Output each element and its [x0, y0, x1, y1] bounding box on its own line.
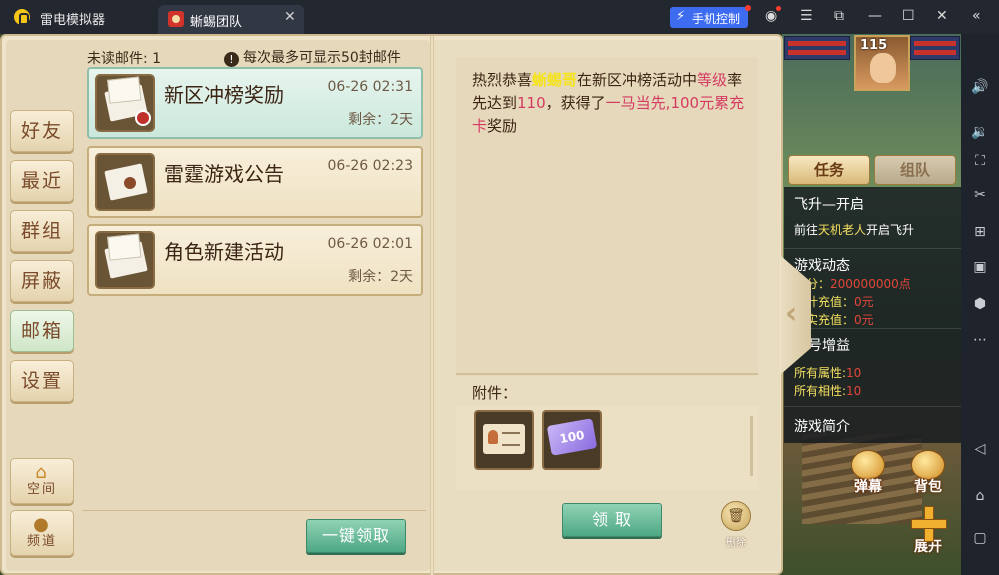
volume-up-icon[interactable]: 🔊 [970, 77, 990, 97]
mail-item[interactable]: 新区冲榜奖励 06-26 02:31 剩余：2天 [87, 67, 423, 139]
scissors-icon[interactable]: ✂ [970, 185, 990, 205]
recent-apps-icon[interactable]: ▢ [970, 528, 990, 548]
dynamics-title: 游戏动态 [794, 258, 850, 274]
attachment-card-item[interactable] [474, 410, 534, 470]
mail-item[interactable]: 角色新建活动 06-26 02:01 剩余：2天 [87, 224, 423, 296]
trash-icon: 🗑 [721, 501, 751, 531]
mail-time: 06-26 02:01 [327, 236, 413, 252]
mail-body-text: 热烈恭喜蜥蜴哥在新区冲榜活动中等级率先达到110，获得了一马当先,100元累充卡… [472, 71, 745, 135]
opened-mail-icon [95, 74, 155, 132]
bag-label: 背包 [914, 479, 942, 495]
nav-space-label: 空间 [26, 482, 57, 497]
apk-icon[interactable]: ▣ [970, 257, 990, 277]
intro-section[interactable]: 游戏简介 [784, 407, 961, 443]
nav-channel-label: 频道 [26, 534, 57, 549]
settings-hex-icon[interactable]: ⬢ [970, 294, 990, 314]
mail-window: 好友 最近 群组 屏蔽 邮箱 设置 ⌂ 空间 ● 频道 未读邮件: 1 ! 每次最… [0, 34, 783, 575]
mail-remaining: 剩余：2天 [348, 269, 413, 285]
bolt-icon: ⚡ [676, 9, 686, 24]
back-icon[interactable]: ◁ [970, 439, 990, 459]
emulator-titlebar: 雷电模拟器 蜥蜴团队 ✕ ⚡ 手机控制 ◉ ☰ ⧉ — ☐ ✕ « [0, 0, 999, 34]
alert-icon: ! [224, 52, 239, 67]
close-icon[interactable]: ✕ [936, 8, 948, 24]
mail-title: 角色新建活动 [164, 240, 284, 264]
more-icon[interactable]: ⋯ [970, 330, 990, 350]
ascend-section[interactable]: 飞升—开启 前往天机老人开启飞升 [784, 187, 961, 249]
mail-title: 新区冲榜奖励 [164, 83, 284, 107]
mail-title: 雷霆游戏公告 [164, 162, 284, 186]
tab-game[interactable]: 蜥蜴团队 ✕ [158, 5, 304, 34]
sealed-mail-icon [95, 153, 155, 211]
plus-icon [911, 506, 947, 542]
attachment-clip-icon [135, 110, 151, 126]
max-mail-note: ! 每次最多可显示50封邮件 [224, 47, 401, 67]
points-line: 积分：200000000点 [794, 277, 911, 291]
app-title: 雷电模拟器 [40, 13, 106, 28]
nav-recent[interactable]: 最近 [10, 160, 74, 202]
attachment-scrollbar[interactable] [750, 416, 753, 476]
emulator-side-toolbar: 🔊 🔉 ⛶ ✂ ⊞ ▣ ⬢ ⋯ ◁ ⌂ ▢ [961, 34, 999, 575]
unread-count: 未读邮件: 1 [87, 51, 162, 67]
menu-icon[interactable]: ☰ [800, 8, 813, 24]
mail-item[interactable]: 雷霆游戏公告 06-26 02:23 [87, 146, 423, 218]
team-button[interactable]: 组队 [874, 155, 956, 185]
phone-control-button[interactable]: ⚡ 手机控制 [670, 5, 751, 28]
add-icon[interactable]: ⊞ [970, 222, 990, 242]
chat-bubble-icon: ● [33, 514, 51, 535]
nav-settings[interactable]: 设置 [10, 360, 74, 402]
pet-status-bars [784, 36, 850, 60]
list-footer-divider [82, 510, 426, 511]
intro-title: 游戏简介 [794, 419, 850, 435]
mail-remaining: 剩余：2天 [348, 112, 413, 128]
opened-mail-icon [95, 231, 155, 289]
collapse-sidebar-icon[interactable]: « [972, 8, 981, 24]
phase-line: 所有相性:10 [794, 384, 862, 398]
notification-dot [745, 5, 751, 11]
delete-label: 删除 [726, 538, 746, 549]
tab-close-icon[interactable]: ✕ [284, 9, 296, 25]
maximize-icon[interactable]: ☐ [902, 8, 915, 24]
barrage-label: 弹幕 [854, 479, 882, 495]
chevron-left-icon: ‹ [785, 296, 798, 331]
house-icon: ⌂ [35, 462, 49, 483]
attr-line: 所有属性:10 [794, 366, 862, 380]
nav-space[interactable]: ⌂ 空间 [10, 458, 74, 504]
ascend-title: 飞升—开启 [794, 197, 864, 213]
tab-label: 蜥蜴团队 [190, 15, 243, 30]
mail-time: 06-26 02:31 [327, 79, 413, 95]
volume-down-icon[interactable]: 🔉 [970, 122, 990, 142]
player-level: 115 [860, 38, 888, 53]
attachment-coupon-item[interactable]: 100 [542, 410, 602, 470]
claim-button[interactable]: 领 取 [562, 503, 662, 537]
coupon-icon: 100 [546, 418, 598, 456]
bag-button[interactable]: 背包 [906, 450, 950, 495]
game-app-icon [168, 11, 184, 27]
expand-button[interactable]: 展开 [906, 506, 950, 555]
barrage-button[interactable]: 弹幕 [846, 450, 890, 495]
restore-window-icon[interactable]: ⧉ [834, 8, 844, 24]
nav-groups[interactable]: 群组 [10, 210, 74, 252]
task-button[interactable]: 任务 [788, 155, 870, 185]
delete-button[interactable]: 🗑 删除 [718, 501, 754, 549]
game-viewport: 115 任务 组队 飞升—开启 前往天机老人开启飞升 游戏动态 积分：20000… [0, 34, 961, 575]
phone-control-label: 手机控制 [692, 12, 741, 26]
player-avatar[interactable]: 115 [854, 35, 910, 91]
player-status-bars [910, 36, 960, 60]
minimize-icon[interactable]: — [868, 8, 882, 24]
nav-mailbox[interactable]: 邮箱 [10, 310, 74, 352]
attachment-divider [456, 373, 758, 375]
claim-all-button[interactable]: 一键领取 [306, 519, 406, 553]
ascend-desc: 前往天机老人开启飞升 [794, 223, 915, 237]
user-icon[interactable]: ◉ [765, 6, 782, 24]
id-card-icon [483, 424, 525, 454]
home-icon[interactable]: ⌂ [970, 486, 990, 506]
mail-time: 06-26 02:23 [327, 158, 413, 174]
resize-icon[interactable]: ⛶ [970, 151, 990, 171]
leidian-logo-icon [14, 9, 30, 25]
nav-blocked[interactable]: 屏蔽 [10, 260, 74, 302]
nav-friends[interactable]: 好友 [10, 110, 74, 152]
nav-channel[interactable]: ● 频道 [10, 510, 74, 556]
attachment-label: 附件： [472, 384, 518, 402]
